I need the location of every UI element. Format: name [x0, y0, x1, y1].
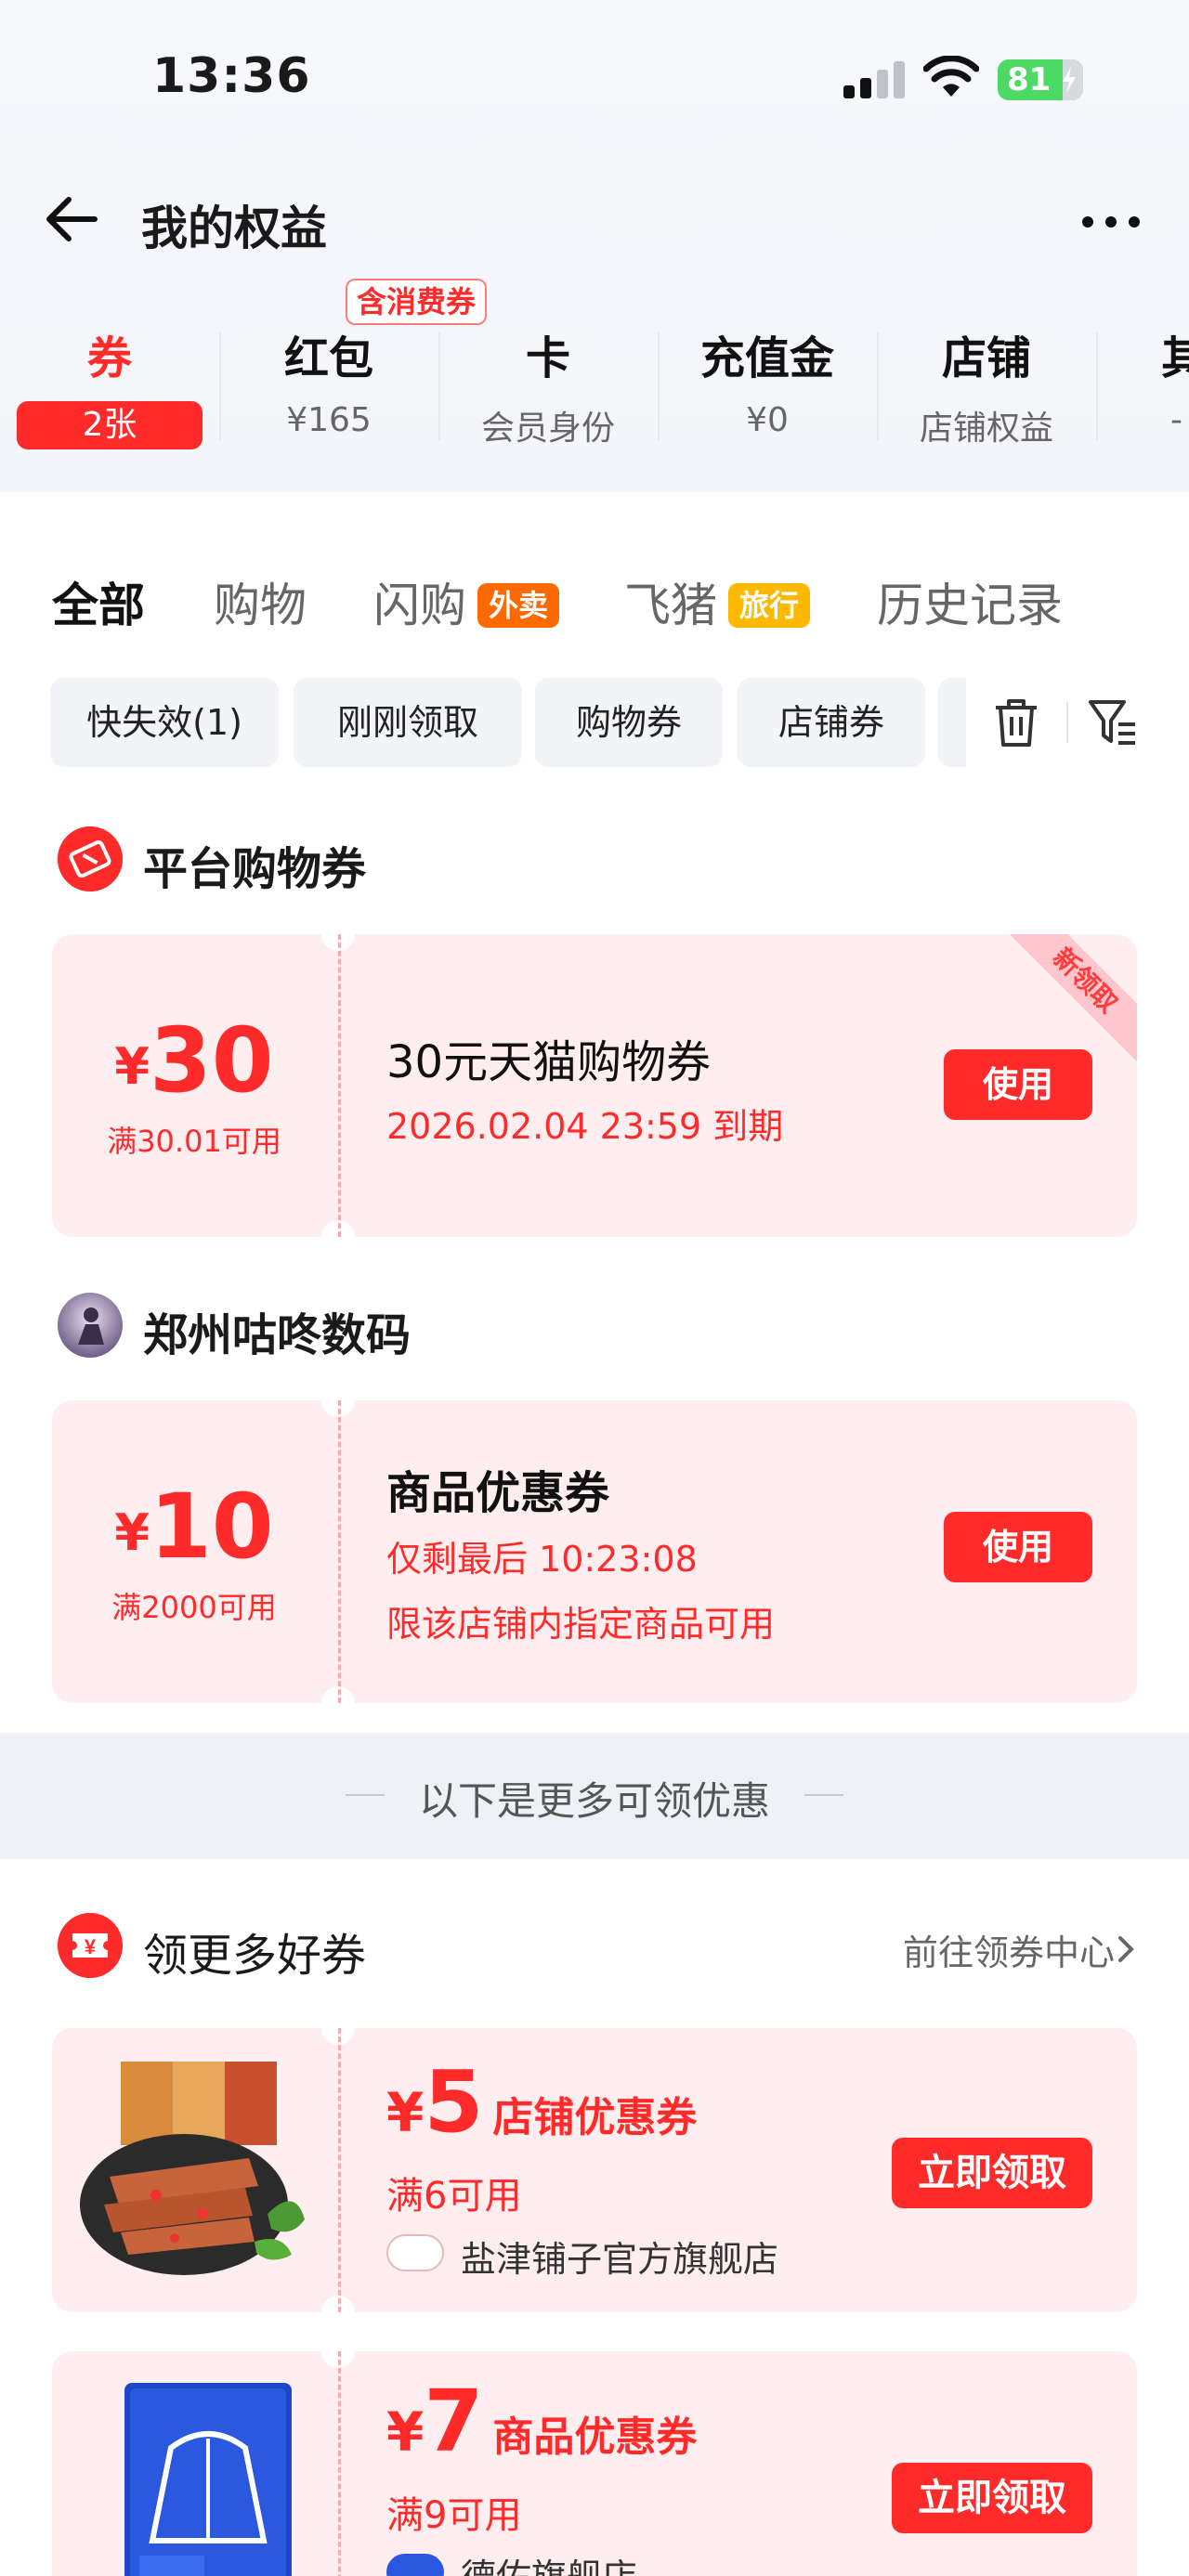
- benefit-tab-recharge[interactable]: 充值金 ¥0: [658, 316, 877, 455]
- shop-logo: [386, 2234, 444, 2271]
- shop-logo: [386, 2554, 444, 2576]
- store-name: 郑州咕咚数码: [143, 1309, 412, 1361]
- claimable-coupon-card[interactable]: ¥5 店铺优惠券 满6可用 盐津铺子官方旗舰店 立即领取: [52, 2028, 1137, 2312]
- benefit-title: 券: [86, 332, 132, 384]
- coupon-limit: 限该店铺内指定商品可用: [386, 1604, 776, 1645]
- benefit-title: 充值金: [699, 332, 834, 384]
- benefit-tab-coupons[interactable]: 券 2张: [0, 316, 219, 455]
- battery-indicator: 81: [998, 59, 1083, 100]
- benefit-title: 红包: [283, 332, 373, 384]
- claim-coupon-button[interactable]: 立即领取: [892, 2463, 1092, 2533]
- coupon-title: 商品优惠券: [386, 1467, 610, 1519]
- tab-flash-buy[interactable]: 闪购: [373, 568, 466, 635]
- tab-all[interactable]: 全部: [52, 568, 145, 635]
- benefit-title: 卡: [525, 332, 570, 384]
- benefit-sub: 店铺权益: [919, 410, 1053, 448]
- benefit-sub: ¥165: [286, 401, 372, 439]
- coupon-countdown: 仅剩最后 10:23:08: [386, 1539, 698, 1580]
- coupon-condition: 满30.01可用: [107, 1124, 281, 1159]
- benefit-sub: 会员身份: [480, 410, 615, 448]
- benefit-tab-red-packet[interactable]: 红包 ¥165: [219, 316, 438, 455]
- svg-text:¥: ¥: [85, 1935, 97, 1958]
- coupon-center-link[interactable]: 前往领券中心: [903, 1924, 1115, 1975]
- coupon-count-badge: 2张: [17, 401, 203, 449]
- trash-icon[interactable]: [992, 696, 1040, 748]
- chevron-right-icon[interactable]: [1115, 1935, 1137, 1963]
- section-title: 领更多好券: [143, 1930, 367, 1982]
- filter-chips: 快失效(1) 刚刚领取 购物券 店铺券: [0, 678, 1189, 771]
- filter-tabs: 全部 购物 闪购 外卖 飞猪 旅行 历史记录: [0, 557, 1189, 641]
- chip-overflow: [938, 678, 966, 767]
- benefit-tabs: 券 2张 红包 ¥165 卡 会员身份 充值金 ¥0 店铺 店铺权益 其 -: [0, 316, 1189, 455]
- travel-badge: 旅行: [728, 583, 811, 628]
- coupon-amount: ¥10: [114, 1475, 274, 1579]
- benefit-title: 店铺: [941, 332, 1031, 384]
- shop-name: 德佑旗舰店: [461, 2548, 637, 2576]
- coupon-condition: 满6可用: [386, 2175, 522, 2218]
- benefit-tab-store[interactable]: 店铺 店铺权益: [877, 316, 1096, 455]
- page-title: 我的权益: [141, 202, 327, 255]
- chip-expiring[interactable]: 快失效(1): [50, 678, 279, 767]
- product-image: [124, 2383, 292, 2576]
- coupon-amount: ¥30: [114, 1008, 274, 1112]
- shop-name: 盐津铺子官方旗舰店: [461, 2239, 779, 2280]
- tab-history[interactable]: 历史记录: [877, 568, 1063, 635]
- store-avatar: [58, 1293, 123, 1358]
- benefit-title: 其: [1161, 332, 1189, 384]
- separator: [1066, 702, 1068, 743]
- chip-shopping-coupon[interactable]: 购物券: [535, 678, 723, 767]
- use-coupon-button[interactable]: 使用: [944, 1512, 1092, 1582]
- battery-level: 81: [1007, 61, 1052, 98]
- charging-bolt-icon: [1063, 67, 1076, 93]
- coupon-ticket-icon: [58, 826, 123, 891]
- more-offers-divider: 以下是更多可领优惠: [0, 1733, 1189, 1859]
- benefit-tab-card[interactable]: 卡 会员身份: [438, 316, 658, 455]
- tab-fliggy[interactable]: 飞猪: [624, 568, 717, 635]
- product-image: [80, 2062, 305, 2275]
- chip-just-claimed[interactable]: 刚刚领取: [294, 678, 522, 767]
- header-area: 13:36 81 我的权益 含消费券 券 2张 红包 ¥165 卡 会员身份 充…: [0, 0, 1189, 492]
- tab-shopping[interactable]: 购物: [214, 568, 307, 635]
- status-time: 13:36: [152, 48, 311, 104]
- coupon-condition: 满9可用: [386, 2494, 522, 2537]
- chip-store-coupon[interactable]: 店铺券: [738, 678, 925, 767]
- section-title: 平台购物券: [143, 843, 367, 895]
- benefit-tab-other[interactable]: 其 -: [1096, 316, 1189, 455]
- takeaway-badge: 外卖: [477, 583, 560, 628]
- cellular-signal-icon: [843, 61, 905, 98]
- more-offers-text: 以下是更多可领优惠: [418, 1778, 770, 1824]
- coupon-value: ¥7 商品优惠券: [386, 2372, 698, 2471]
- filter-icon[interactable]: [1087, 696, 1139, 748]
- claim-coupon-button[interactable]: 立即领取: [892, 2138, 1092, 2208]
- coupon-condition: 满2000可用: [111, 1590, 277, 1625]
- status-bar: 13:36 81: [0, 0, 1189, 149]
- coupon-value: ¥5 店铺优惠券: [386, 2052, 698, 2152]
- wifi-icon: [923, 56, 979, 97]
- coupon-title: 30元天猫购物券: [386, 1036, 712, 1088]
- coupon-expiry: 2026.02.04 23:59 到期: [386, 1106, 784, 1147]
- store-coupon-card[interactable]: ¥10 满2000可用 商品优惠券 仅剩最后 10:23:08 限该店铺内指定商…: [52, 1400, 1137, 1703]
- platform-coupon-card[interactable]: ¥30 满30.01可用 30元天猫购物券 2026.02.04 23:59 到…: [52, 934, 1137, 1237]
- benefit-sub: -: [1170, 401, 1182, 439]
- more-coupons-section: ¥ 领更多好券 前往领券中心 ¥5 店铺优惠券 满6可用 盐津铺子官方旗舰店 立即: [0, 1859, 1189, 2576]
- new-claimed-ribbon: 新领取: [998, 934, 1137, 1068]
- yen-coupon-icon: ¥: [58, 1913, 123, 1978]
- benefit-sub: ¥0: [746, 401, 789, 439]
- more-options-icon[interactable]: [1081, 215, 1141, 228]
- claimable-coupon-card[interactable]: ¥7商品优惠券 满9可用 德佑旗舰店 立即领取: [52, 2351, 1137, 2576]
- use-coupon-button[interactable]: 使用: [944, 1049, 1092, 1120]
- coupon-list-panel: 全部 购物 闪购 外卖 飞猪 旅行 历史记录 快失效(1) 刚刚领取 购物券 店…: [0, 520, 1189, 1731]
- back-arrow-icon[interactable]: [43, 190, 100, 248]
